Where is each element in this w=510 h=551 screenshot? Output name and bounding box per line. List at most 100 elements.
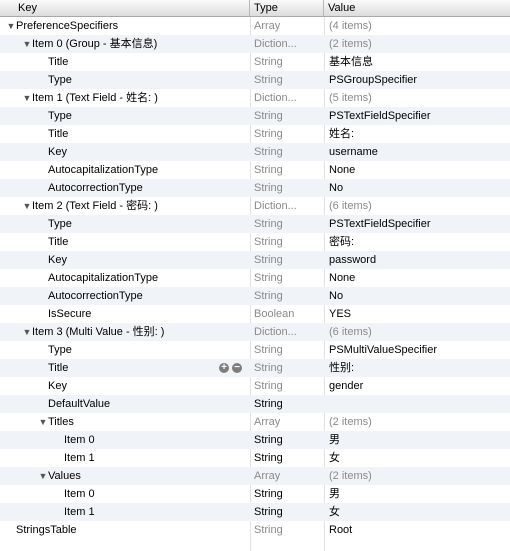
table-row[interactable]: Title String 基本信息 — [0, 53, 510, 71]
key-cell[interactable]: StringsTable — [0, 521, 254, 539]
type-cell[interactable]: String — [254, 107, 322, 125]
disclosure-triangle-icon[interactable]: ▼ — [38, 467, 48, 485]
value-cell[interactable]: 女 — [329, 503, 509, 521]
key-cell[interactable]: ▼Titles — [0, 413, 286, 431]
type-cell[interactable]: String — [254, 53, 322, 71]
value-cell[interactable]: (6 items) — [329, 323, 509, 341]
table-row[interactable]: Title String 姓名: — [0, 125, 510, 143]
value-cell[interactable]: Root — [329, 521, 509, 539]
type-cell[interactable]: String — [254, 395, 322, 413]
key-cell[interactable]: DefaultValue — [0, 395, 286, 413]
table-row[interactable]: AutocorrectionType String No — [0, 179, 510, 197]
value-cell[interactable]: PSTextFieldSpecifier — [329, 215, 509, 233]
key-cell[interactable]: Type — [0, 215, 286, 233]
disclosure-triangle-icon[interactable]: ▼ — [6, 17, 16, 35]
table-row[interactable]: Type String PSTextFieldSpecifier — [0, 107, 510, 125]
table-row[interactable]: StringsTable String Root — [0, 521, 510, 539]
table-row[interactable]: Key String username — [0, 143, 510, 161]
value-cell[interactable]: (2 items) — [329, 413, 509, 431]
value-cell[interactable]: 姓名: — [329, 125, 509, 143]
table-row[interactable]: AutocapitalizationType String None — [0, 269, 510, 287]
value-cell[interactable]: No — [329, 179, 509, 197]
value-cell[interactable]: 基本信息 — [329, 53, 509, 71]
key-cell[interactable]: ▼Item 1 (Text Field - 姓名: ) — [0, 89, 270, 107]
table-row[interactable]: Type String PSMultiValueSpecifier — [0, 341, 510, 359]
type-cell[interactable]: String — [254, 431, 322, 449]
type-cell[interactable]: String — [254, 179, 322, 197]
table-row[interactable]: AutocapitalizationType String None — [0, 161, 510, 179]
type-cell[interactable]: String — [254, 341, 322, 359]
value-cell[interactable]: None — [329, 269, 509, 287]
table-row[interactable]: IsSecure Boolean YES — [0, 305, 510, 323]
type-cell[interactable]: String — [254, 449, 322, 467]
key-cell[interactable]: AutocorrectionType — [0, 179, 286, 197]
remove-row-icon[interactable]: − — [232, 363, 242, 373]
table-row[interactable]: ▼PreferenceSpecifiers Array (4 items) — [0, 17, 510, 35]
key-cell[interactable]: AutocorrectionType — [0, 287, 286, 305]
table-row[interactable]: Item 0 String 男 — [0, 485, 510, 503]
type-cell[interactable]: String — [254, 287, 322, 305]
value-cell[interactable]: 男 — [329, 485, 509, 503]
disclosure-triangle-icon[interactable]: ▼ — [22, 35, 32, 53]
key-cell[interactable]: ▼Values — [0, 467, 286, 485]
type-cell[interactable]: String — [254, 143, 322, 161]
key-cell[interactable]: ▼Item 2 (Text Field - 密码: ) — [0, 197, 270, 215]
disclosure-triangle-icon[interactable]: ▼ — [38, 413, 48, 431]
value-cell[interactable]: PSMultiValueSpecifier — [329, 341, 509, 359]
value-column-header[interactable]: Value — [324, 0, 510, 16]
table-row[interactable]: Title String 密码: — [0, 233, 510, 251]
value-cell[interactable]: (2 items) — [329, 35, 509, 53]
key-cell[interactable]: Title — [0, 233, 286, 251]
type-cell[interactable]: String — [254, 215, 322, 233]
type-cell[interactable]: String — [254, 521, 322, 539]
value-cell[interactable]: gender — [329, 377, 509, 395]
table-row[interactable]: Item 1 String 女 — [0, 503, 510, 521]
key-cell[interactable]: AutocapitalizationType — [0, 269, 286, 287]
value-cell[interactable]: (6 items) — [329, 197, 509, 215]
value-cell[interactable]: 男 — [329, 431, 509, 449]
type-cell[interactable]: String — [254, 125, 322, 143]
disclosure-triangle-icon[interactable]: ▼ — [22, 197, 32, 215]
key-cell[interactable]: Key — [0, 251, 286, 269]
type-cell[interactable]: String — [254, 503, 322, 521]
table-row[interactable]: ▼Item 3 (Multi Value - 性别: ) Diction... (6… — [0, 323, 510, 341]
type-cell[interactable]: Array — [254, 413, 322, 431]
key-cell[interactable]: Type — [0, 341, 286, 359]
table-row[interactable]: AutocorrectionType String No — [0, 287, 510, 305]
disclosure-triangle-icon[interactable]: ▼ — [22, 89, 32, 107]
key-cell[interactable]: Title — [0, 53, 286, 71]
type-cell[interactable]: String — [254, 161, 322, 179]
value-cell[interactable]: 密码: — [329, 233, 509, 251]
value-cell[interactable]: (4 items) — [329, 17, 509, 35]
value-cell[interactable]: (5 items) — [329, 89, 509, 107]
type-cell[interactable]: String — [254, 485, 322, 503]
value-cell[interactable]: YES — [329, 305, 509, 323]
type-cell[interactable]: String — [254, 377, 322, 395]
key-cell[interactable]: Title — [0, 359, 286, 377]
type-cell[interactable]: Diction... — [254, 323, 322, 341]
value-cell[interactable]: PSTextFieldSpecifier — [329, 107, 509, 125]
value-cell[interactable]: username — [329, 143, 509, 161]
key-cell[interactable]: Type — [0, 107, 286, 125]
value-cell[interactable]: 性别: — [329, 359, 509, 377]
key-cell[interactable]: Key — [0, 377, 286, 395]
table-row[interactable]: ▼Item 2 (Text Field - 密码: ) Diction... (6 … — [0, 197, 510, 215]
table-row[interactable]: Type String PSGroupSpecifier — [0, 71, 510, 89]
type-cell[interactable]: Boolean — [254, 305, 322, 323]
table-row[interactable]: Title + − String 性别: — [0, 359, 510, 377]
table-row[interactable]: ▼Item 0 (Group - 基本信息) Diction... (2 items… — [0, 35, 510, 53]
key-cell[interactable]: Key — [0, 143, 286, 161]
key-cell[interactable]: AutocapitalizationType — [0, 161, 286, 179]
key-cell[interactable]: Title — [0, 125, 286, 143]
table-row[interactable]: Key String password — [0, 251, 510, 269]
key-cell[interactable]: ▼Item 0 (Group - 基本信息) — [0, 35, 270, 53]
table-row[interactable]: Item 0 String 男 — [0, 431, 510, 449]
type-cell[interactable]: Diction... — [254, 35, 322, 53]
type-cell[interactable]: String — [254, 359, 322, 377]
type-column-header[interactable]: Type — [250, 0, 324, 16]
key-cell[interactable]: Type — [0, 71, 286, 89]
type-cell[interactable]: String — [254, 233, 322, 251]
disclosure-triangle-icon[interactable]: ▼ — [22, 323, 32, 341]
key-cell[interactable]: IsSecure — [0, 305, 286, 323]
key-column-header[interactable]: Key — [0, 0, 250, 16]
